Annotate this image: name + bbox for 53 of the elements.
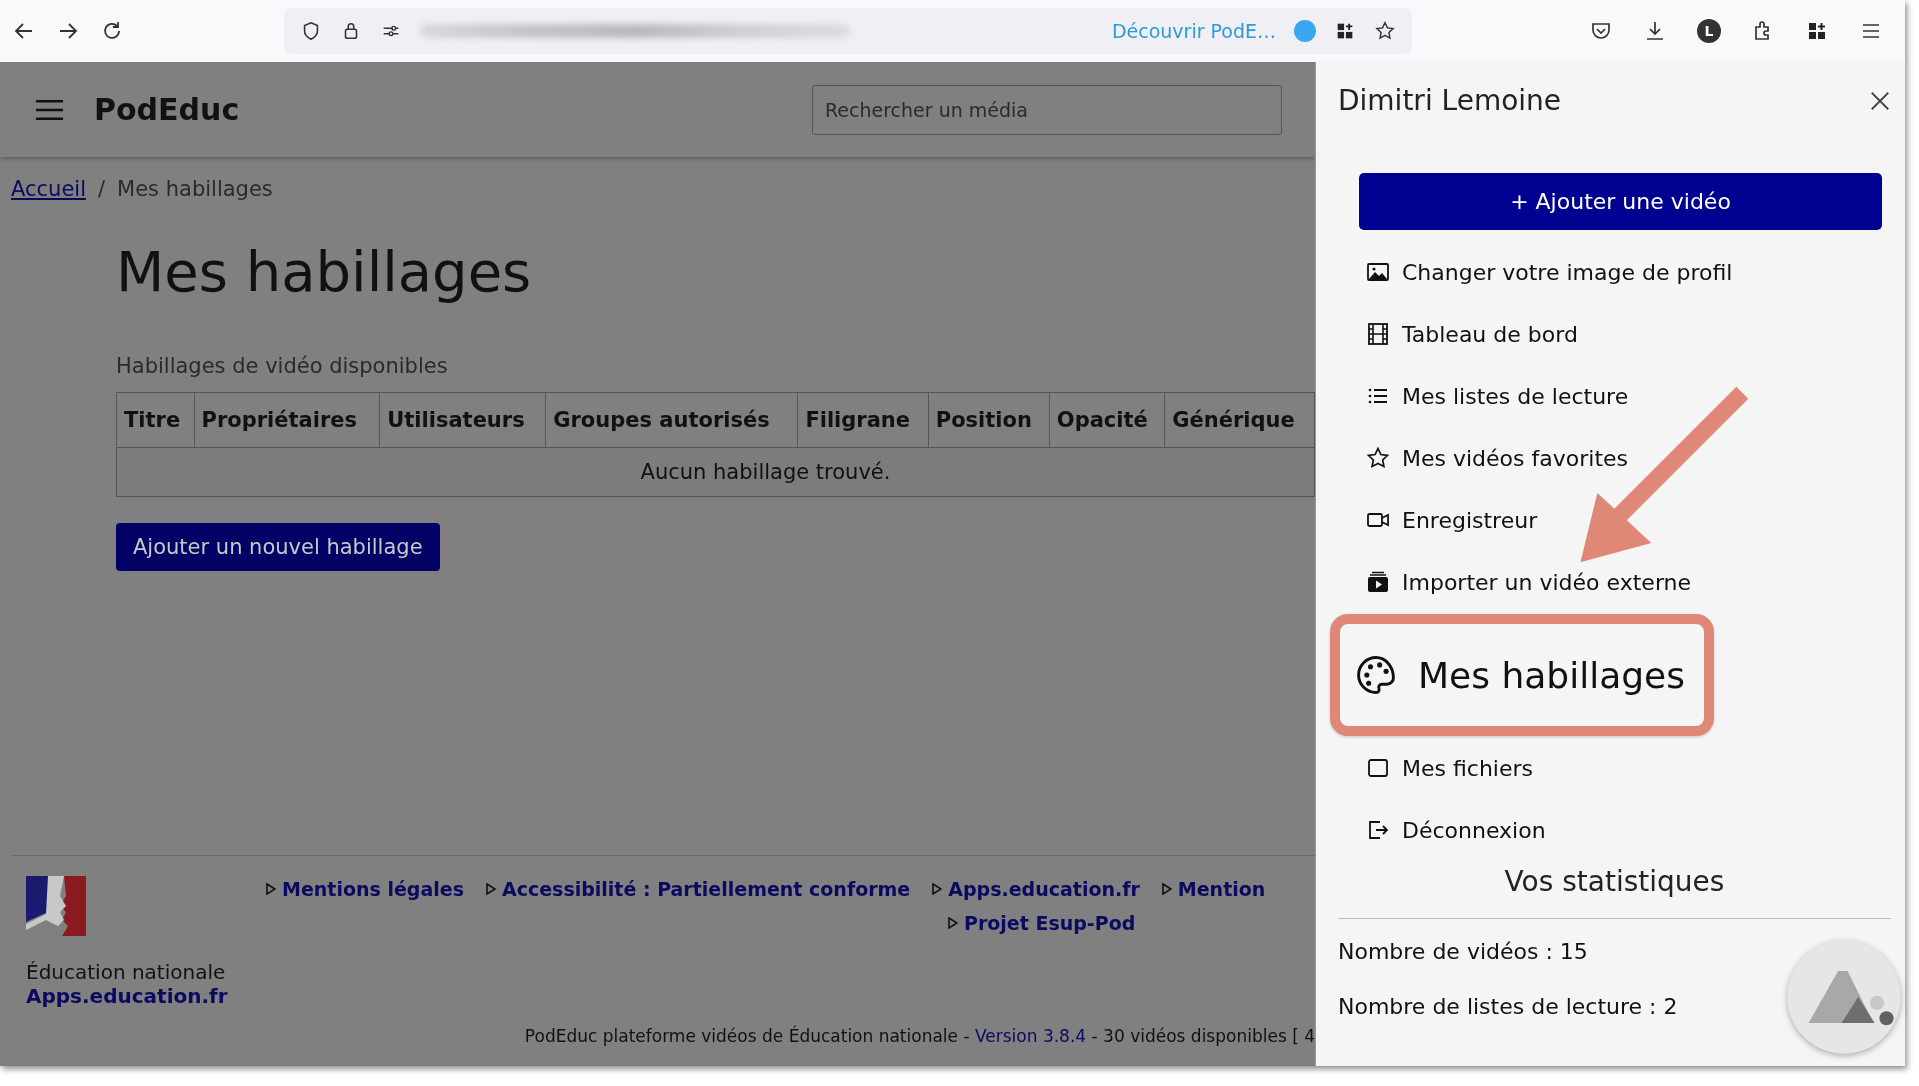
column-header: Titre (116, 392, 194, 448)
triangle-icon (932, 883, 943, 895)
column-header: Générique (1164, 392, 1315, 448)
user-name: Dimitri Lemoine (1338, 84, 1562, 117)
status-dot (1294, 20, 1316, 42)
page-title: Mes habillages (116, 239, 533, 304)
menu-item[interactable]: Mes vidéos favorites (1338, 427, 1905, 489)
menu-item[interactable]: Importer un vidéo externe (1338, 551, 1905, 613)
breadcrumb-current: Mes habillages (117, 177, 273, 201)
footer-link[interactable]: Apps.education.fr (932, 878, 1140, 900)
search-field[interactable]: Rechercher un média (812, 84, 1282, 135)
callout-label: Mes habillages (1418, 654, 1685, 696)
menu-item[interactable]: Déconnexion (1338, 799, 1905, 861)
breadcrumb-link[interactable]: Accueil (11, 177, 86, 201)
stat-line: Nombre de vidéos : 15 (1338, 939, 1589, 966)
stats-title: Vos statistiques (1338, 861, 1891, 919)
column-header: Propriétaires (194, 392, 380, 448)
footer-link[interactable]: Mentions légales (266, 878, 464, 900)
bookmark-star-icon[interactable] (1374, 20, 1396, 42)
triangle-icon (948, 917, 958, 929)
empty-message: Aucun habillage trouvé. (116, 447, 1315, 497)
column-header: Position (928, 392, 1050, 448)
menu-item[interactable]: Mes listes de lecture (1338, 365, 1905, 427)
triangle-icon (485, 883, 496, 895)
version-link[interactable]: Version 3.8.4 (975, 1026, 1087, 1046)
triangle-icon (1161, 883, 1172, 895)
organization-name: Éducation nationale (26, 960, 227, 984)
column-header: Opacité (1049, 392, 1165, 448)
menu-item[interactable]: Mes fichiers (1338, 737, 1905, 799)
triangle-icon (266, 883, 276, 895)
breadcrumb-separator: / (98, 177, 106, 201)
triangle-logo-button[interactable] (1785, 938, 1903, 1056)
footer-link[interactable]: Accessibilité : Partiellement conforme (485, 878, 911, 900)
account-avatar[interactable]: L (1697, 19, 1721, 43)
menu-item[interactable]: Changer votre image de profil (1338, 241, 1905, 303)
column-header: Utilisateurs (379, 392, 546, 448)
menu-item[interactable]: Enregistreur (1338, 489, 1905, 551)
footer-link[interactable]: Mention (1161, 878, 1266, 900)
marianne-logo (26, 876, 86, 936)
footer-link[interactable]: Projet Esup-Pod (948, 912, 1136, 934)
stat-line: Nombre de listes de lecture : 2 (1338, 994, 1679, 1021)
menu-icon[interactable] (35, 97, 64, 122)
close-icon[interactable] (1869, 89, 1891, 112)
site-logo[interactable]: PodEduc (94, 92, 240, 127)
add-skin-button[interactable]: Ajouter un nouvel habillage (116, 523, 440, 571)
add-video-button[interactable]: + Ajouter une vidéo (1359, 173, 1882, 230)
column-header: Groupes autorisés (545, 392, 798, 448)
footer-note: PodEduc plateforme vidéos de Éducation nationale - Version 3.8.4 - 30 vidéos disponibles [ 4 (523, 1024, 1315, 1048)
menu-item[interactable]: Tableau de bord (1338, 303, 1905, 365)
palette-icon (1354, 653, 1398, 697)
column-header: Filigrane (797, 392, 929, 448)
table-caption: Habillages de vidéo disponibles (116, 354, 449, 378)
organization-link[interactable]: Apps.education.fr (26, 984, 266, 1008)
